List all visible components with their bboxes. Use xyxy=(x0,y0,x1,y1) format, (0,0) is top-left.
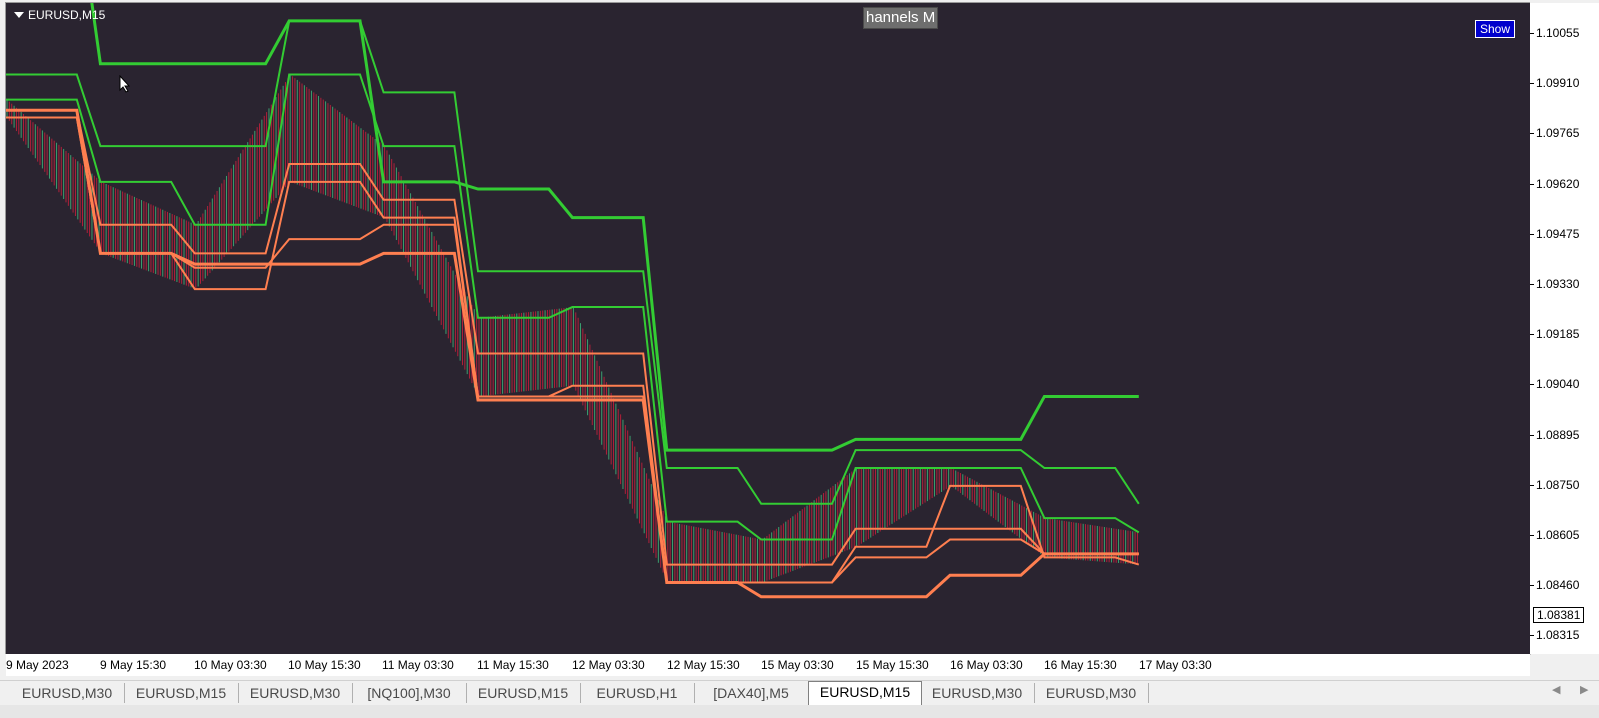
upper-channel-line xyxy=(6,73,1140,541)
price-tick-label: 1.09330 xyxy=(1529,277,1580,291)
tab-eurusd-h1[interactable]: EURUSD,H1 xyxy=(580,683,695,703)
tab-eurusd-m30[interactable]: EURUSD,M30 xyxy=(10,683,125,703)
price-tick-label: 1.09185 xyxy=(1529,327,1580,342)
time-axis[interactable]: 9 May 2023 9 May 15:30 10 May 03:30 10 May … xyxy=(6,654,1530,676)
symbol-text: EURUSD,M15 xyxy=(28,8,106,22)
symbol-label[interactable]: EURUSD,M15 xyxy=(14,8,105,22)
tab-eurusd-m15[interactable]: EURUSD,M15 xyxy=(808,681,922,705)
time-tick-label: 16 May 15:30 xyxy=(1044,658,1117,672)
time-tick-label: 9 May 15:30 xyxy=(100,658,167,672)
time-tick-label: 12 May 03:30 xyxy=(572,658,645,672)
current-price-label: 1.08381 xyxy=(1533,607,1585,623)
lower-channel-line xyxy=(6,116,1140,584)
time-tick-label: 12 May 15:30 xyxy=(667,658,740,672)
price-axis[interactable]: 1.10055 1.09910 1.09765 1.09620 1.09475 1.093… xyxy=(1529,3,1599,654)
show-button[interactable]: Show xyxy=(1475,20,1516,38)
tab-dax40-m5[interactable]: [DAX40],M5 xyxy=(694,683,809,703)
lower-channel-line xyxy=(6,109,1139,566)
price-tick-label: 1.08315 xyxy=(1529,628,1580,643)
price-tick-label: 1.09765 xyxy=(1529,126,1580,141)
chevron-right-icon[interactable]: ▶ xyxy=(1580,683,1588,696)
price-tick-label: 1.09620 xyxy=(1529,176,1580,191)
time-tick-label: 15 May 15:30 xyxy=(856,658,929,672)
mouse-cursor-icon xyxy=(119,75,131,93)
price-tick-label: 1.09475 xyxy=(1529,226,1580,241)
price-tick-label: 1.09040 xyxy=(1529,377,1580,392)
candles-layer xyxy=(6,74,1138,583)
price-tick-label: 1.08750 xyxy=(1529,477,1580,492)
time-tick-label: 17 May 03:30 xyxy=(1139,658,1212,672)
status-strip xyxy=(0,705,1599,718)
time-tick-label: 15 May 03:30 xyxy=(761,658,834,672)
price-chart[interactable] xyxy=(6,3,1530,654)
tab-eurusd-m30[interactable]: EURUSD,M30 xyxy=(1034,683,1149,703)
price-tick-label: 1.09910 xyxy=(1529,76,1580,91)
chevron-left-icon[interactable]: ◀ xyxy=(1552,683,1560,696)
indicator-title: hannels M xyxy=(863,7,939,29)
time-tick-label: 16 May 03:30 xyxy=(950,658,1023,672)
tab-nq100-m30[interactable]: [NQ100],M30 xyxy=(352,683,467,703)
time-tick-label: 10 May 15:30 xyxy=(288,658,361,672)
triangle-down-icon xyxy=(14,12,24,18)
price-tick-label: 1.08605 xyxy=(1529,528,1580,542)
chart-plot-area[interactable]: EURUSD,M15 hannels M Show xyxy=(6,3,1531,655)
upper-channel-line xyxy=(90,3,1139,452)
lower-channel-line xyxy=(6,116,1139,584)
channel-lines-layer xyxy=(6,3,1140,599)
time-tick-label: 10 May 03:30 xyxy=(194,658,267,672)
tab-eurusd-m15[interactable]: EURUSD,M15 xyxy=(124,683,239,703)
tab-eurusd-m30[interactable]: EURUSD,M30 xyxy=(238,683,353,703)
price-tick-label: 1.08460 xyxy=(1529,578,1580,593)
chart-tabs-bar: EURUSD,M30 EURUSD,M15 EURUSD,M30 [NQ100],M3… xyxy=(0,680,1599,705)
tab-eurusd-m30[interactable]: EURUSD,M30 xyxy=(920,683,1035,703)
price-tick-label: 1.08895 xyxy=(1529,427,1580,442)
time-tick-label: 11 May 15:30 xyxy=(477,658,549,672)
time-tick-label: 9 May 2023 xyxy=(6,658,69,672)
price-tick-label: 1.10055 xyxy=(1529,26,1580,40)
time-tick-label: 11 May 03:30 xyxy=(382,658,454,672)
tab-eurusd-m15[interactable]: EURUSD,M15 xyxy=(466,683,581,703)
